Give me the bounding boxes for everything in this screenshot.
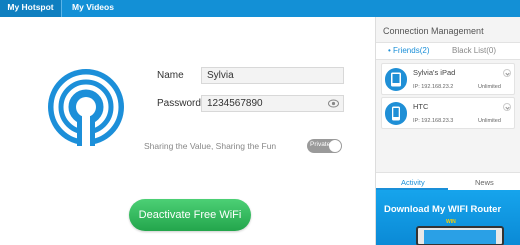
device-limit: Unlimited — [478, 84, 501, 90]
device-item[interactable]: Sylvia's iPad IP: 192.168.23.2 Unlimited — [381, 63, 515, 95]
eye-icon[interactable] — [328, 99, 339, 108]
device-item[interactable]: HTC IP: 192.168.23.3 Unlimited — [381, 97, 515, 129]
hotspot-panel: Name Sylvia Password 1234567890 Sharing … — [0, 17, 375, 245]
device-ip: IP: 192.168.23.2 — [413, 84, 454, 90]
password-field[interactable]: 1234567890 — [201, 95, 344, 112]
device-ip: IP: 192.168.23.3 — [413, 118, 454, 124]
device-limit: Unlimited — [478, 118, 501, 124]
password-value: 1234567890 — [207, 98, 263, 109]
name-label: Name — [157, 70, 184, 81]
tab-friends[interactable]: • Friends(2) — [388, 46, 429, 55]
name-field[interactable]: Sylvia — [201, 67, 344, 84]
activity-news-tabs: Activity News — [376, 172, 520, 190]
tab-black-list[interactable]: Black List(0) — [452, 46, 496, 55]
tab-my-hotspot[interactable]: My Hotspot — [0, 0, 62, 17]
device-name: HTC — [413, 102, 429, 111]
banner-text: Download My WIFI Router — [384, 204, 502, 215]
toggle-label: Private — [310, 141, 331, 148]
share-tagline: Sharing the Value, Sharing the Fun — [144, 141, 277, 151]
connection-subtabs: • Friends(2) Black List(0) — [376, 42, 520, 60]
device-icon — [385, 68, 407, 91]
tab-news[interactable]: News — [475, 178, 494, 187]
device-icon — [385, 102, 407, 125]
connection-title: Connection Management — [383, 26, 484, 36]
tablet-illustration — [416, 226, 504, 245]
deactivate-wifi-button[interactable]: Deactivate Free WiFi — [129, 199, 251, 231]
password-label: Password — [157, 98, 201, 109]
chevron-down-icon[interactable] — [503, 69, 511, 77]
private-toggle[interactable]: Private — [307, 139, 342, 153]
tab-my-videos[interactable]: My Videos — [62, 0, 124, 17]
banner-badge: WIN — [446, 219, 456, 225]
device-name: Sylvia's iPad — [413, 68, 456, 77]
download-banner[interactable]: Download My WIFI Router WIN — [376, 190, 520, 245]
connection-panel: Connection Management • Friends(2) Black… — [375, 17, 520, 245]
tab-activity[interactable]: Activity — [401, 178, 425, 187]
wifi-logo-icon — [48, 69, 124, 146]
toggle-knob — [329, 140, 341, 152]
chevron-down-icon[interactable] — [503, 103, 511, 111]
top-tab-bar: My Hotspot My Videos — [0, 0, 520, 17]
tablet-screen — [424, 230, 496, 244]
